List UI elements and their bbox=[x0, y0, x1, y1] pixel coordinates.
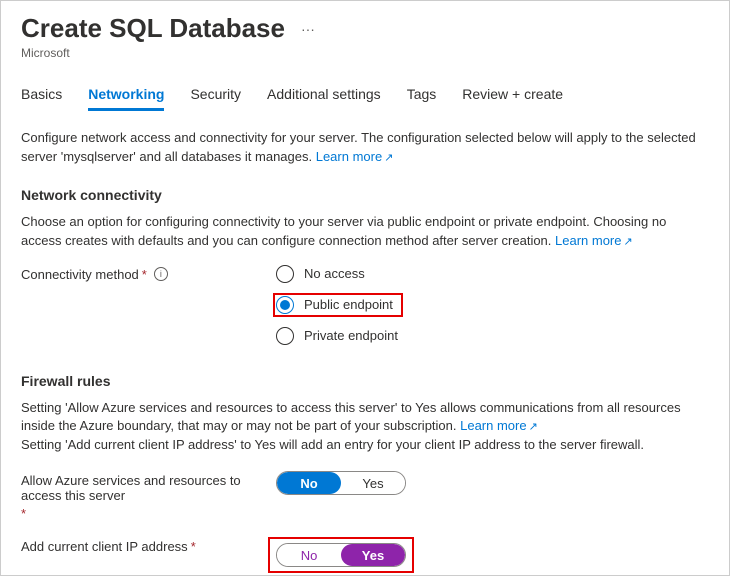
tab-networking[interactable]: Networking bbox=[88, 86, 164, 111]
highlight-add-client-ip: No Yes bbox=[268, 537, 414, 573]
toggle-yes[interactable]: Yes bbox=[341, 544, 405, 566]
more-icon[interactable]: ··· bbox=[301, 21, 315, 37]
intro-learn-more-link[interactable]: Learn more↗ bbox=[316, 149, 394, 164]
radio-label-no-access: No access bbox=[304, 266, 365, 281]
highlight-public-endpoint: Public endpoint bbox=[273, 293, 403, 317]
firewall-rules-heading: Firewall rules bbox=[21, 373, 709, 389]
toggle-no[interactable]: No bbox=[277, 472, 341, 494]
allow-azure-text: Allow Azure services and resources to ac… bbox=[21, 473, 276, 503]
radio-private-endpoint[interactable]: Private endpoint bbox=[276, 327, 403, 345]
required-asterisk: * bbox=[191, 539, 196, 554]
connectivity-method-label: Connectivity method * i bbox=[21, 265, 276, 282]
learn-more-label: Learn more bbox=[555, 233, 621, 248]
external-link-icon: ↗ bbox=[384, 152, 393, 164]
radio-icon bbox=[276, 327, 294, 345]
tab-security[interactable]: Security bbox=[190, 86, 241, 111]
page-title: Create SQL Database bbox=[21, 13, 285, 44]
add-client-ip-text: Add current client IP address bbox=[21, 539, 188, 554]
add-client-ip-toggle[interactable]: No Yes bbox=[276, 543, 406, 567]
radio-label-private: Private endpoint bbox=[304, 328, 398, 343]
allow-azure-label: Allow Azure services and resources to ac… bbox=[21, 471, 276, 521]
firewall-desc-1: Setting 'Allow Azure services and resour… bbox=[21, 399, 709, 437]
external-link-icon: ↗ bbox=[529, 421, 538, 433]
required-asterisk: * bbox=[21, 506, 26, 521]
tab-additional-settings[interactable]: Additional settings bbox=[267, 86, 381, 111]
tab-tags[interactable]: Tags bbox=[407, 86, 437, 111]
tab-strip: Basics Networking Security Additional se… bbox=[21, 86, 709, 111]
connectivity-radio-group: No access Public endpoint Private endpoi… bbox=[276, 265, 403, 345]
allow-azure-toggle[interactable]: No Yes bbox=[276, 471, 406, 495]
network-connectivity-heading: Network connectivity bbox=[21, 187, 709, 203]
firewall-learn-more-link[interactable]: Learn more↗ bbox=[460, 418, 538, 433]
radio-icon bbox=[276, 296, 294, 314]
toggle-yes[interactable]: Yes bbox=[341, 472, 405, 494]
page-subtitle: Microsoft bbox=[21, 46, 709, 60]
toggle-no[interactable]: No bbox=[277, 544, 341, 566]
radio-label-public: Public endpoint bbox=[304, 297, 393, 312]
external-link-icon: ↗ bbox=[624, 236, 633, 248]
radio-no-access[interactable]: No access bbox=[276, 265, 403, 283]
connectivity-desc: Choose an option for configuring connect… bbox=[21, 213, 709, 251]
intro-text: Configure network access and connectivit… bbox=[21, 129, 709, 167]
info-icon[interactable]: i bbox=[154, 267, 168, 281]
required-asterisk: * bbox=[142, 267, 147, 282]
learn-more-label: Learn more bbox=[316, 149, 382, 164]
radio-icon bbox=[276, 265, 294, 283]
firewall-desc1-body: Setting 'Allow Azure services and resour… bbox=[21, 400, 681, 434]
connectivity-learn-more-link[interactable]: Learn more↗ bbox=[555, 233, 633, 248]
connectivity-method-text: Connectivity method bbox=[21, 267, 139, 282]
tab-review-create[interactable]: Review + create bbox=[462, 86, 563, 111]
radio-public-endpoint[interactable]: Public endpoint bbox=[276, 296, 393, 314]
add-client-ip-label: Add current client IP address * bbox=[21, 537, 276, 554]
learn-more-label: Learn more bbox=[460, 418, 526, 433]
firewall-desc-2: Setting 'Add current client IP address' … bbox=[21, 436, 709, 455]
tab-basics[interactable]: Basics bbox=[21, 86, 62, 111]
